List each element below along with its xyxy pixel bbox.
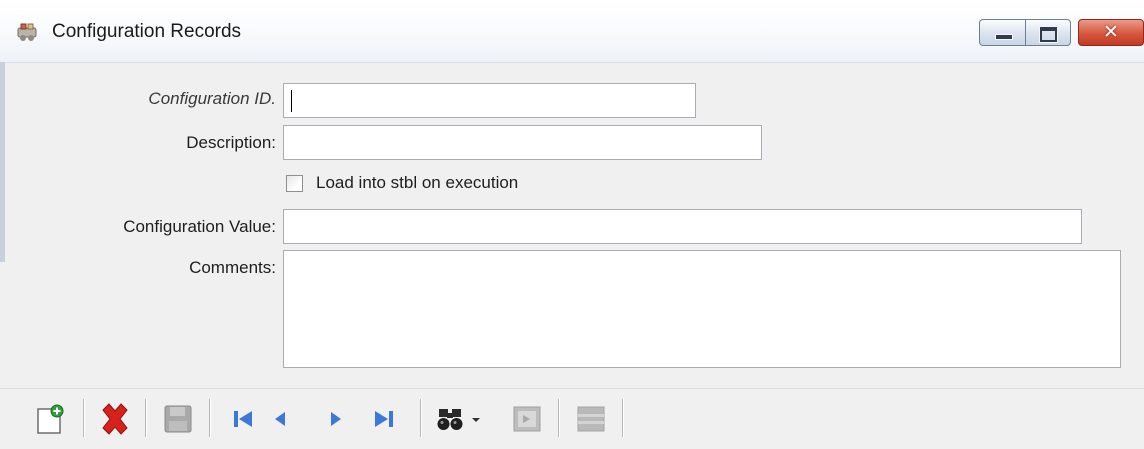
description-label: Description: xyxy=(186,133,276,152)
minimize-button[interactable] xyxy=(979,19,1025,46)
close-button[interactable]: ✕ xyxy=(1078,19,1144,46)
title-bar[interactable]: Configuration Records ✕ xyxy=(0,0,1144,63)
minimize-icon xyxy=(995,34,1013,40)
record-toolbar xyxy=(0,388,1144,449)
previous-record-icon[interactable] xyxy=(262,401,298,437)
next-record-icon[interactable] xyxy=(318,401,354,437)
delete-icon[interactable] xyxy=(97,401,133,437)
load-stbl-label[interactable]: Load into stbl on execution xyxy=(316,173,518,193)
config-value-input[interactable] xyxy=(283,209,1082,244)
close-icon: ✕ xyxy=(1103,21,1119,43)
grid-view-icon xyxy=(577,406,605,432)
app-icon xyxy=(17,23,37,41)
toolbar-separator xyxy=(83,399,85,437)
configuration-records-window: Configuration Records ✕ Configuration ID… xyxy=(0,0,1144,449)
description-input[interactable] xyxy=(283,125,762,160)
find-dropdown-icon[interactable] xyxy=(468,401,484,437)
load-stbl-checkbox[interactable] xyxy=(286,175,303,192)
save-icon xyxy=(164,405,192,433)
toolbar-separator xyxy=(145,399,147,437)
comments-label: Comments: xyxy=(189,258,276,277)
toolbar-separator xyxy=(558,399,560,437)
maximize-icon xyxy=(1040,27,1057,42)
config-id-label: Configuration ID. xyxy=(148,89,276,108)
new-record-icon[interactable] xyxy=(32,401,68,437)
window-title: Configuration Records xyxy=(52,21,242,42)
config-value-label: Configuration Value: xyxy=(123,217,276,236)
comments-textarea[interactable] xyxy=(283,250,1121,368)
toolbar-separator xyxy=(420,399,422,437)
first-record-icon[interactable] xyxy=(226,401,262,437)
config-id-input[interactable] xyxy=(283,83,696,118)
maximize-button[interactable] xyxy=(1025,19,1071,46)
toolbar-separator xyxy=(209,399,211,437)
lookup-icon xyxy=(513,406,541,432)
text-caret xyxy=(291,90,292,112)
last-record-icon[interactable] xyxy=(365,401,401,437)
find-icon[interactable] xyxy=(433,401,469,437)
toolbar-separator xyxy=(622,399,624,437)
